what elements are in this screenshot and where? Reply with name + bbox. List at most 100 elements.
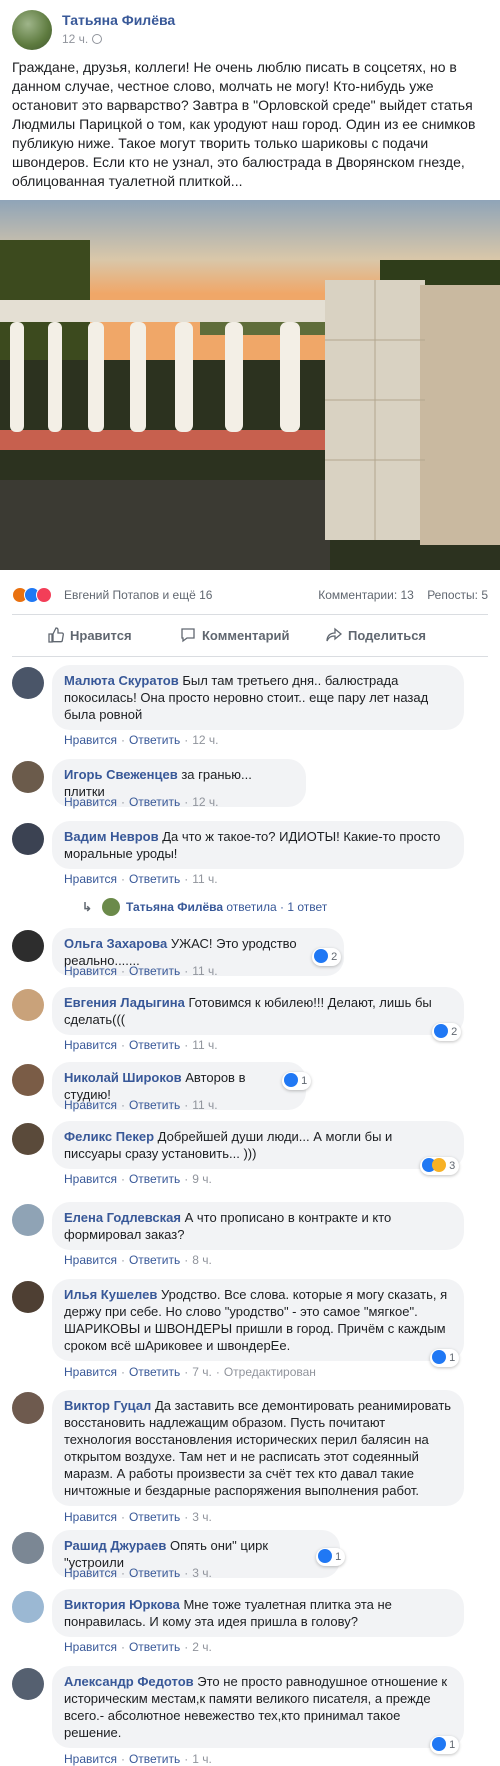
comment-like-link[interactable]: Нравится: [64, 1640, 117, 1654]
reposts-count[interactable]: Репосты: 5: [427, 588, 488, 602]
post-time: 12 ч.: [62, 32, 89, 46]
commenter-name[interactable]: Илья Кушелев: [64, 1287, 157, 1302]
comment-time[interactable]: 12 ч.: [192, 733, 218, 747]
commenter-avatar[interactable]: [12, 930, 44, 962]
haha-reaction-icon: [432, 1158, 446, 1172]
author-avatar[interactable]: [12, 10, 52, 50]
comment-like-link[interactable]: Нравится: [64, 1566, 117, 1580]
comment-time[interactable]: 12 ч.: [192, 795, 218, 809]
like-reaction-icon: [432, 1350, 446, 1364]
comment-reaction-count[interactable]: 3: [420, 1157, 460, 1175]
comment-reaction-count[interactable]: 1: [430, 1736, 460, 1754]
comment-reply-link[interactable]: Ответить: [129, 1098, 180, 1112]
comment-reply-link[interactable]: Ответить: [129, 964, 180, 978]
comment-actions: Нравится · Ответить · 9 ч.: [64, 1172, 212, 1186]
share-icon: [326, 627, 342, 642]
comment-like-link[interactable]: Нравится: [64, 1038, 117, 1052]
commenter-avatar[interactable]: [12, 1281, 44, 1313]
commenter-name[interactable]: Евгения Ладыгина: [64, 995, 185, 1010]
globe-icon: [92, 34, 103, 44]
commenter-name[interactable]: Ольга Захарова: [64, 936, 167, 951]
comment-reply-link[interactable]: Ответить: [129, 1365, 180, 1379]
comment-like-link[interactable]: Нравится: [64, 733, 117, 747]
comment-time[interactable]: 11 ч.: [192, 964, 217, 978]
edited-label[interactable]: Отредактирован: [224, 1365, 316, 1379]
comment-time[interactable]: 8 ч.: [192, 1253, 212, 1267]
comment-like-link[interactable]: Нравится: [64, 1365, 117, 1379]
commenter-avatar[interactable]: [12, 1532, 44, 1564]
comment-bubble: Елена Годлевская А что прописано в контр…: [52, 1202, 464, 1250]
reaction-icons[interactable]: [12, 587, 60, 603]
comment-reaction-count[interactable]: 2: [312, 948, 342, 966]
comment-like-link[interactable]: Нравится: [64, 872, 117, 886]
comment-reply-link[interactable]: Ответить: [129, 1566, 180, 1580]
comment-like-link[interactable]: Нравится: [64, 1098, 117, 1112]
commenter-avatar[interactable]: [12, 1064, 44, 1096]
comment-reaction-count[interactable]: 1: [430, 1349, 460, 1367]
comment-time[interactable]: 11 ч.: [192, 1038, 217, 1052]
comment-like-link[interactable]: Нравится: [64, 795, 117, 809]
comment-time[interactable]: 1 ч.: [192, 1752, 212, 1766]
comment-reply-link[interactable]: Ответить: [129, 1253, 180, 1267]
commenter-avatar[interactable]: [12, 667, 44, 699]
share-button[interactable]: Поделиться: [326, 618, 426, 654]
comment-reaction-count[interactable]: 1: [282, 1072, 312, 1090]
comment-reply-link[interactable]: Ответить: [129, 1172, 180, 1186]
comment-reply-link[interactable]: Ответить: [129, 733, 180, 747]
comment-time[interactable]: 2 ч.: [192, 1640, 212, 1654]
comment-icon: [181, 628, 195, 643]
commenter-avatar[interactable]: [12, 823, 44, 855]
commenter-name[interactable]: Виктория Юркова: [64, 1597, 180, 1612]
comment-time[interactable]: 3 ч.: [192, 1566, 212, 1580]
comment-reply-link[interactable]: Ответить: [129, 1752, 180, 1766]
comment-reply-link[interactable]: Ответить: [129, 1038, 180, 1052]
reply-arrow-icon: ↳: [82, 900, 93, 914]
comment-reaction-count[interactable]: 1: [316, 1548, 346, 1566]
comment-like-link[interactable]: Нравится: [64, 1752, 117, 1766]
commenter-avatar[interactable]: [12, 1591, 44, 1623]
comment-reply-link[interactable]: Ответить: [129, 872, 180, 886]
comment-bubble: Феликс Пекер Добрейшей души люди... А мо…: [52, 1121, 464, 1169]
comments-count[interactable]: Комментарии: 13: [318, 588, 414, 602]
commenter-name[interactable]: Виктор Гуцал: [64, 1398, 151, 1413]
comment-like-link[interactable]: Нравится: [64, 964, 117, 978]
like-button[interactable]: Нравится: [48, 618, 132, 654]
comment-like-link[interactable]: Нравится: [64, 1172, 117, 1186]
comment-bubble: Евгения Ладыгина Готовимся к юбилею!!! Д…: [52, 987, 464, 1035]
post-timestamp[interactable]: 12 ч.: [62, 32, 103, 46]
comment-actions: Нравится · Ответить · 11 ч.: [64, 1038, 218, 1052]
commenter-name[interactable]: Елена Годлевская: [64, 1210, 181, 1225]
commenter-avatar[interactable]: [12, 1668, 44, 1700]
comment-reply-link[interactable]: Ответить: [129, 1640, 180, 1654]
commenter-avatar[interactable]: [12, 989, 44, 1021]
commenter-avatar[interactable]: [12, 1392, 44, 1424]
like-reaction-icon: [432, 1737, 446, 1751]
replies-summary[interactable]: ↳ Татьяна Филёва ответила · 1 ответ: [82, 898, 327, 916]
comment-reply-link[interactable]: Ответить: [129, 1510, 180, 1524]
share-label: Поделиться: [348, 628, 427, 643]
comment-reply-link[interactable]: Ответить: [129, 795, 180, 809]
comment-time[interactable]: 3 ч.: [192, 1510, 212, 1524]
commenter-name[interactable]: Александр Федотов: [64, 1674, 194, 1689]
comment-reaction-count[interactable]: 2: [432, 1023, 462, 1041]
commenter-name[interactable]: Игорь Свеженцев: [64, 767, 178, 782]
comment-like-link[interactable]: Нравится: [64, 1510, 117, 1524]
commenter-name[interactable]: Рашид Джураев: [64, 1538, 166, 1553]
comment-button[interactable]: Комментарий: [180, 618, 290, 654]
commenter-name[interactable]: Вадим Невров: [64, 829, 159, 844]
comment-time[interactable]: 7 ч.: [192, 1365, 212, 1379]
reaction-people[interactable]: Евгений Потапов и ещё 16: [64, 588, 212, 602]
commenter-avatar[interactable]: [12, 761, 44, 793]
comment-like-link[interactable]: Нравится: [64, 1253, 117, 1267]
commenter-avatar[interactable]: [12, 1204, 44, 1236]
commenter-name[interactable]: Малюта Скуратов: [64, 673, 179, 688]
comment-time[interactable]: 11 ч.: [192, 872, 217, 886]
post-photo[interactable]: [0, 200, 500, 570]
commenter-name[interactable]: Николай Широков: [64, 1070, 182, 1085]
post-author-name[interactable]: Татьяна Филёва: [62, 12, 175, 28]
commenter-avatar[interactable]: [12, 1123, 44, 1155]
commenter-name[interactable]: Феликс Пекер: [64, 1129, 154, 1144]
comment-time[interactable]: 11 ч.: [192, 1098, 217, 1112]
comment-time[interactable]: 9 ч.: [192, 1172, 212, 1186]
reactions-bar: Евгений Потапов и ещё 16 Комментарии: 13…: [12, 585, 488, 605]
